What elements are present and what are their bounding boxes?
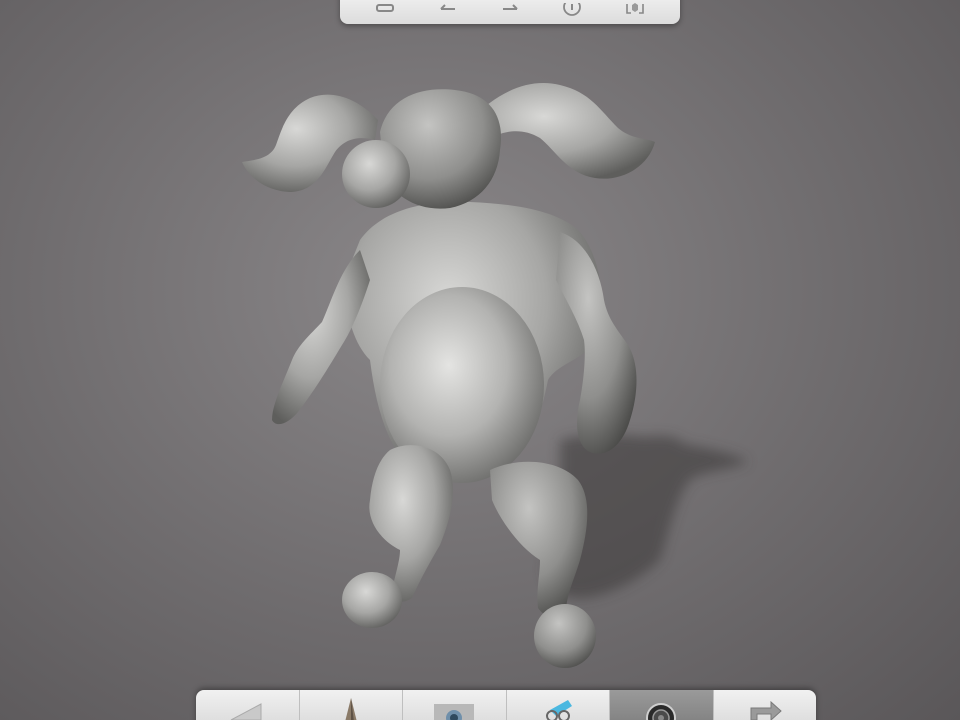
cone-icon bbox=[345, 698, 357, 720]
paint-icon bbox=[545, 700, 572, 720]
info-icon bbox=[563, 3, 582, 16]
tool-cone[interactable] bbox=[300, 690, 403, 720]
arrow-left-icon bbox=[439, 4, 455, 10]
model-snout bbox=[342, 140, 410, 208]
tool-export[interactable] bbox=[714, 690, 817, 720]
foot-left bbox=[342, 572, 402, 628]
foot-right bbox=[534, 604, 596, 668]
triangle-icon bbox=[231, 703, 262, 720]
bottom-toolbar bbox=[196, 690, 816, 720]
undo-arrow-icon bbox=[376, 4, 395, 12]
app-screen bbox=[0, 0, 960, 720]
undo-button[interactable] bbox=[368, 0, 402, 20]
view-button[interactable] bbox=[618, 0, 652, 20]
camera-icon bbox=[646, 703, 677, 720]
tool-paint[interactable] bbox=[507, 690, 610, 720]
cube-frame-icon bbox=[625, 3, 644, 14]
sculpt-icon bbox=[434, 704, 475, 720]
tool-triangle[interactable] bbox=[196, 690, 300, 720]
tool-sculpt[interactable] bbox=[403, 690, 507, 720]
back-button[interactable] bbox=[431, 0, 465, 20]
info-button[interactable] bbox=[555, 0, 589, 20]
share-arrow-icon bbox=[750, 700, 782, 720]
tool-camera[interactable] bbox=[610, 690, 714, 720]
3d-viewport[interactable] bbox=[0, 0, 960, 720]
top-toolbar bbox=[340, 0, 680, 24]
forward-button[interactable] bbox=[493, 0, 527, 20]
arrow-right-icon bbox=[502, 4, 518, 10]
